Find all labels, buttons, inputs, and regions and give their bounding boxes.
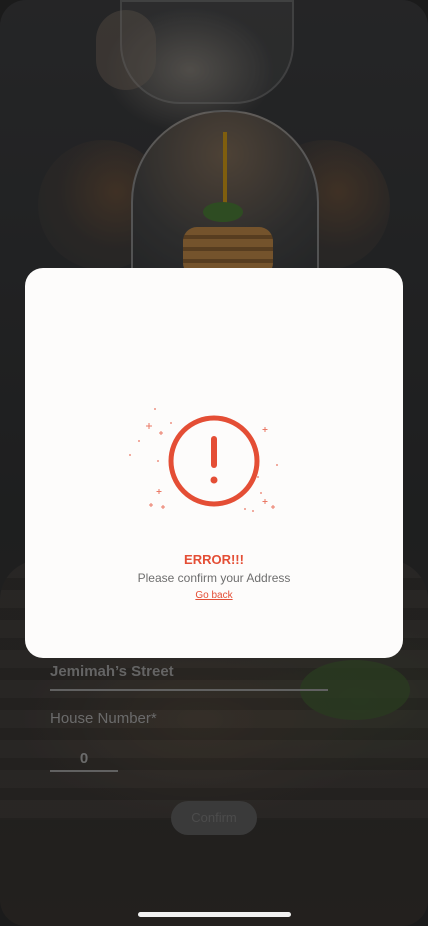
exclamation-circle-icon [129,408,278,512]
error-message: Please confirm your Address [137,571,291,585]
error-modal: ERROR!!! Please confirm your Address Go … [25,268,403,658]
home-indicator[interactable] [138,912,291,917]
screen: Jemimah’s Street House Number* 0 Confirm [0,0,428,926]
go-back-link[interactable]: Go back [195,590,232,601]
error-title: ERROR!!! [184,552,244,567]
go-back-row: Go back [25,590,403,601]
